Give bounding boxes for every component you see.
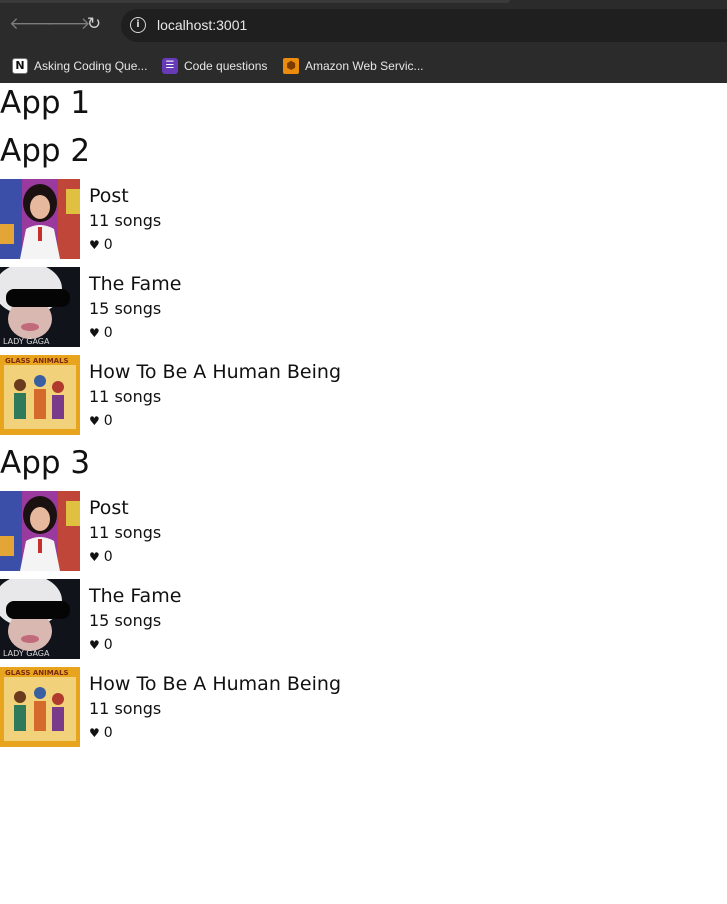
- cover-text: GLASS ANIMALS: [5, 357, 69, 365]
- album-likes[interactable]: ♥ 0: [89, 323, 113, 343]
- forward-button[interactable]: 🡒: [45, 11, 91, 37]
- heart-icon[interactable]: ♥: [89, 638, 100, 652]
- album-likes[interactable]: ♥ 0: [89, 723, 113, 743]
- album-song-count: 11 songs: [89, 699, 162, 718]
- album-card[interactable]: Post 11 songs ♥ 0: [0, 491, 400, 571]
- album-likes[interactable]: ♥ 0: [89, 411, 113, 431]
- album-song-count: 15 songs: [89, 611, 162, 630]
- cover-text: LADY GAGA: [3, 649, 50, 658]
- album-card[interactable]: GLASS ANIMALS How To Be A Human Being 11…: [0, 667, 400, 747]
- bookmark-label: Code questions: [184, 59, 268, 73]
- like-count: 0: [103, 637, 113, 653]
- notion-icon: N: [12, 58, 28, 74]
- album-title: How To Be A Human Being: [89, 673, 342, 695]
- album-title: Post: [89, 185, 129, 207]
- bookmark-label: Asking Coding Que...: [34, 59, 148, 73]
- app-3-heading: App 3: [0, 445, 91, 481]
- app-1-heading: App 1: [0, 85, 91, 121]
- album-title: How To Be A Human Being: [89, 361, 342, 383]
- bookmark-aws[interactable]: ⬢ Amazon Web Servic...: [283, 57, 424, 75]
- album-song-count: 11 songs: [89, 387, 162, 406]
- like-count: 0: [103, 413, 113, 429]
- cover-text: LADY GAGA: [3, 337, 50, 346]
- like-count: 0: [103, 325, 113, 341]
- heart-icon[interactable]: ♥: [89, 326, 100, 340]
- reload-button[interactable]: ↻: [81, 11, 107, 37]
- bookmark-asking-coding[interactable]: N Asking Coding Que...: [12, 57, 147, 75]
- post-cover: [0, 491, 80, 571]
- album-card[interactable]: LADY GAGA The Fame 15 songs ♥ 0: [0, 267, 400, 347]
- heart-icon[interactable]: ♥: [89, 414, 100, 428]
- like-count: 0: [103, 549, 113, 565]
- album-song-count: 11 songs: [89, 211, 162, 230]
- fame-cover: LADY GAGA: [0, 579, 80, 659]
- album-card[interactable]: Post 11 songs ♥ 0: [0, 179, 400, 259]
- album-card[interactable]: GLASS ANIMALS How To Be A Human Being 11…: [0, 355, 400, 435]
- post-cover: [0, 179, 80, 259]
- tab-strip: [0, 0, 510, 3]
- human-being-cover: GLASS ANIMALS: [0, 355, 80, 435]
- album-likes[interactable]: ♥ 0: [89, 547, 113, 567]
- bookmarks-bar: N Asking Coding Que... ☰ Code questions …: [0, 50, 727, 83]
- album-title: The Fame: [89, 585, 182, 607]
- album-title: Post: [89, 497, 129, 519]
- browser-toolbar: 🡐 🡒 ↻ i localhost:3001: [0, 0, 727, 50]
- bookmark-label: Amazon Web Servic...: [305, 59, 424, 73]
- heart-icon[interactable]: ♥: [89, 726, 100, 740]
- address-bar[interactable]: i localhost:3001: [121, 9, 727, 42]
- bookmark-code-questions[interactable]: ☰ Code questions: [162, 57, 267, 75]
- like-count: 0: [103, 237, 113, 253]
- back-button[interactable]: 🡐: [9, 11, 55, 37]
- heart-icon[interactable]: ♥: [89, 238, 100, 252]
- app-2-heading: App 2: [0, 133, 91, 169]
- fame-cover: LADY GAGA: [0, 267, 80, 347]
- album-song-count: 15 songs: [89, 299, 162, 318]
- human-being-cover: GLASS ANIMALS: [0, 667, 80, 747]
- album-likes[interactable]: ♥ 0: [89, 235, 113, 255]
- aws-cube-icon: ⬢: [283, 58, 299, 74]
- album-likes[interactable]: ♥ 0: [89, 635, 113, 655]
- album-card[interactable]: LADY GAGA The Fame 15 songs ♥ 0: [0, 579, 400, 659]
- album-title: The Fame: [89, 273, 182, 295]
- cover-text: GLASS ANIMALS: [5, 669, 69, 677]
- like-count: 0: [103, 725, 113, 741]
- list-icon: ☰: [162, 58, 178, 74]
- url-text[interactable]: localhost:3001: [157, 16, 247, 34]
- site-info-icon[interactable]: i: [130, 17, 146, 33]
- heart-icon[interactable]: ♥: [89, 550, 100, 564]
- album-song-count: 11 songs: [89, 523, 162, 542]
